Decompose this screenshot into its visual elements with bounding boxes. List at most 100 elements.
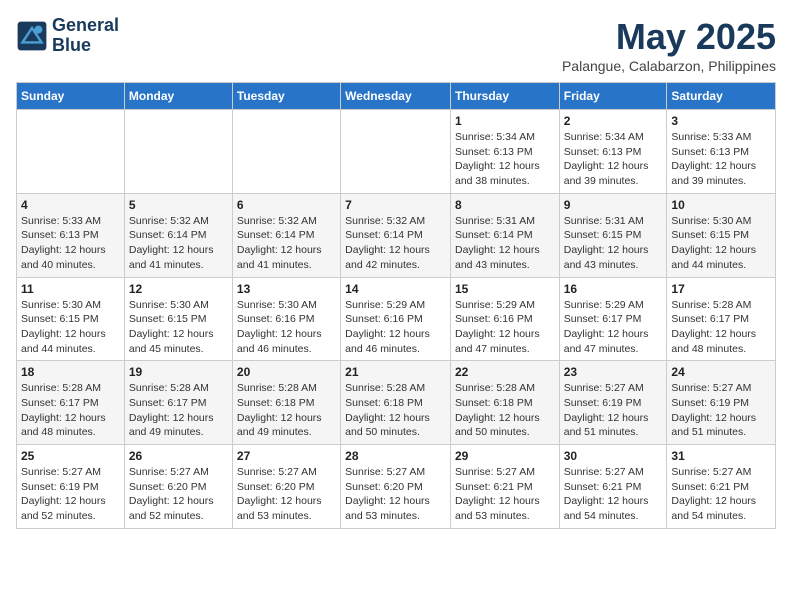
day-info: Sunrise: 5:34 AM Sunset: 6:13 PM Dayligh… [564, 130, 663, 189]
week-row-4: 25Sunrise: 5:27 AM Sunset: 6:19 PM Dayli… [17, 445, 776, 529]
day-info: Sunrise: 5:27 AM Sunset: 6:19 PM Dayligh… [671, 381, 771, 440]
calendar-cell: 18 Sunrise: 5:28 AM Sunset: 6:17 PM Dayli… [17, 361, 125, 445]
calendar-cell [17, 110, 125, 194]
day-number: 8 [455, 198, 555, 212]
page-header: General Blue May 2025 Palangue, Calabarz… [16, 16, 776, 74]
header-cell-thursday: Thursday [450, 83, 559, 110]
calendar-cell: 2 Sunrise: 5:34 AM Sunset: 6:13 PM Daylig… [559, 110, 667, 194]
day-number: 6 [237, 198, 336, 212]
day-info: Sunrise: 5:28 AM Sunset: 6:17 PM Dayligh… [671, 298, 771, 357]
day-info: Sunrise: 5:27 AM Sunset: 6:21 PM Dayligh… [455, 465, 555, 524]
day-info: Sunrise: 5:29 AM Sunset: 6:16 PM Dayligh… [345, 298, 446, 357]
header-cell-tuesday: Tuesday [232, 83, 340, 110]
calendar-cell: 6 Sunrise: 5:32 AM Sunset: 6:14 PM Daylig… [232, 193, 340, 277]
calendar-cell: 20Sunrise: 5:28 AM Sunset: 6:18 PM Dayli… [232, 361, 340, 445]
week-row-3: 18 Sunrise: 5:28 AM Sunset: 6:17 PM Dayli… [17, 361, 776, 445]
calendar-cell: 25Sunrise: 5:27 AM Sunset: 6:19 PM Dayli… [17, 445, 125, 529]
day-number: 24 [671, 365, 771, 379]
calendar-cell: 1Sunrise: 5:34 AM Sunset: 6:13 PM Daylig… [450, 110, 559, 194]
title-block: May 2025 Palangue, Calabarzon, Philippin… [562, 16, 776, 74]
calendar-cell [341, 110, 451, 194]
calendar-cell: 28Sunrise: 5:27 AM Sunset: 6:20 PM Dayli… [341, 445, 451, 529]
calendar-cell: 23 Sunrise: 5:27 AM Sunset: 6:19 PM Dayli… [559, 361, 667, 445]
day-number: 4 [21, 198, 120, 212]
day-number: 25 [21, 449, 120, 463]
calendar-cell: 24 Sunrise: 5:27 AM Sunset: 6:19 PM Dayli… [667, 361, 776, 445]
day-info: Sunrise: 5:27 AM Sunset: 6:19 PM Dayligh… [564, 381, 663, 440]
header-cell-monday: Monday [124, 83, 232, 110]
day-info: Sunrise: 5:28 AM Sunset: 6:18 PM Dayligh… [455, 381, 555, 440]
day-number: 28 [345, 449, 446, 463]
day-number: 14 [345, 282, 446, 296]
calendar-cell: 12 Sunrise: 5:30 AM Sunset: 6:15 PM Dayli… [124, 277, 232, 361]
day-number: 1 [455, 114, 555, 128]
calendar-cell: 10 Sunrise: 5:30 AM Sunset: 6:15 PM Dayli… [667, 193, 776, 277]
calendar-cell: 26 Sunrise: 5:27 AM Sunset: 6:20 PM Dayli… [124, 445, 232, 529]
header-cell-saturday: Saturday [667, 83, 776, 110]
day-number: 10 [671, 198, 771, 212]
day-number: 17 [671, 282, 771, 296]
day-number: 26 [129, 449, 228, 463]
day-number: 12 [129, 282, 228, 296]
calendar-cell: 22 Sunrise: 5:28 AM Sunset: 6:18 PM Dayli… [450, 361, 559, 445]
calendar-cell: 16 Sunrise: 5:29 AM Sunset: 6:17 PM Dayli… [559, 277, 667, 361]
calendar-cell: 8Sunrise: 5:31 AM Sunset: 6:14 PM Daylig… [450, 193, 559, 277]
calendar-cell: 7Sunrise: 5:32 AM Sunset: 6:14 PM Daylig… [341, 193, 451, 277]
calendar-cell: 31 Sunrise: 5:27 AM Sunset: 6:21 PM Dayli… [667, 445, 776, 529]
day-number: 27 [237, 449, 336, 463]
header-cell-sunday: Sunday [17, 83, 125, 110]
week-row-0: 1 Sunrise: 5:34 AM Sunset: 6:13 PM Daylig… [17, 110, 776, 194]
day-number: 21 [345, 365, 446, 379]
calendar-cell: 13Sunrise: 5:30 AM Sunset: 6:16 PM Dayli… [232, 277, 340, 361]
day-info: Sunrise: 5:30 AM Sunset: 6:15 PM Dayligh… [21, 298, 120, 357]
day-number: 31 [671, 449, 771, 463]
day-info: Sunrise: 5:32 AM Sunset: 6:14 PM Dayligh… [237, 214, 336, 273]
logo-line2: Blue [52, 36, 119, 56]
day-info: Sunrise: 5:30 AM Sunset: 6:15 PM Dayligh… [671, 214, 771, 273]
day-number: 22 [455, 365, 555, 379]
day-info: Sunrise: 5:27 AM Sunset: 6:21 PM Dayligh… [564, 465, 663, 524]
day-info: Sunrise: 5:28 AM Sunset: 6:18 PM Dayligh… [237, 381, 336, 440]
day-number: 7 [345, 198, 446, 212]
day-info: Sunrise: 5:29 AM Sunset: 6:17 PM Dayligh… [564, 298, 663, 357]
day-number: 5 [129, 198, 228, 212]
day-number: 18 [21, 365, 120, 379]
day-info: Sunrise: 5:31 AM Sunset: 6:15 PM Dayligh… [564, 214, 663, 273]
header-row: SundayMondayTuesdayWednesdayThursdayFrid… [17, 83, 776, 110]
header-cell-wednesday: Wednesday [341, 83, 451, 110]
logo: General Blue [16, 16, 119, 56]
day-number: 9 [564, 198, 663, 212]
day-number: 23 [564, 365, 663, 379]
day-info: Sunrise: 5:27 AM Sunset: 6:21 PM Dayligh… [671, 465, 771, 524]
calendar-cell: 3Sunrise: 5:33 AM Sunset: 6:13 PM Daylig… [667, 110, 776, 194]
day-info: Sunrise: 5:30 AM Sunset: 6:15 PM Dayligh… [129, 298, 228, 357]
logo-icon [16, 20, 48, 52]
calendar-cell: 15 Sunrise: 5:29 AM Sunset: 6:16 PM Dayli… [450, 277, 559, 361]
day-info: Sunrise: 5:27 AM Sunset: 6:20 PM Dayligh… [237, 465, 336, 524]
logo-line1: General [52, 16, 119, 36]
day-number: 16 [564, 282, 663, 296]
week-row-1: 4Sunrise: 5:33 AM Sunset: 6:13 PM Daylig… [17, 193, 776, 277]
calendar-header: SundayMondayTuesdayWednesdayThursdayFrid… [17, 83, 776, 110]
day-number: 13 [237, 282, 336, 296]
day-info: Sunrise: 5:27 AM Sunset: 6:20 PM Dayligh… [129, 465, 228, 524]
calendar-cell [124, 110, 232, 194]
calendar-cell: 19Sunrise: 5:28 AM Sunset: 6:17 PM Dayli… [124, 361, 232, 445]
day-info: Sunrise: 5:28 AM Sunset: 6:17 PM Dayligh… [21, 381, 120, 440]
day-number: 2 [564, 114, 663, 128]
day-info: Sunrise: 5:29 AM Sunset: 6:16 PM Dayligh… [455, 298, 555, 357]
calendar-cell: 30Sunrise: 5:27 AM Sunset: 6:21 PM Dayli… [559, 445, 667, 529]
calendar-cell: 21 Sunrise: 5:28 AM Sunset: 6:18 PM Dayli… [341, 361, 451, 445]
day-number: 3 [671, 114, 771, 128]
calendar-cell: 14 Sunrise: 5:29 AM Sunset: 6:16 PM Dayli… [341, 277, 451, 361]
day-number: 15 [455, 282, 555, 296]
calendar-cell: 11Sunrise: 5:30 AM Sunset: 6:15 PM Dayli… [17, 277, 125, 361]
header-cell-friday: Friday [559, 83, 667, 110]
calendar-table: SundayMondayTuesdayWednesdayThursdayFrid… [16, 82, 776, 529]
calendar-cell: 4Sunrise: 5:33 AM Sunset: 6:13 PM Daylig… [17, 193, 125, 277]
logo-text: General Blue [52, 16, 119, 56]
day-info: Sunrise: 5:28 AM Sunset: 6:18 PM Dayligh… [345, 381, 446, 440]
calendar-cell: 5Sunrise: 5:32 AM Sunset: 6:14 PM Daylig… [124, 193, 232, 277]
day-number: 29 [455, 449, 555, 463]
calendar-cell: 9 Sunrise: 5:31 AM Sunset: 6:15 PM Daylig… [559, 193, 667, 277]
